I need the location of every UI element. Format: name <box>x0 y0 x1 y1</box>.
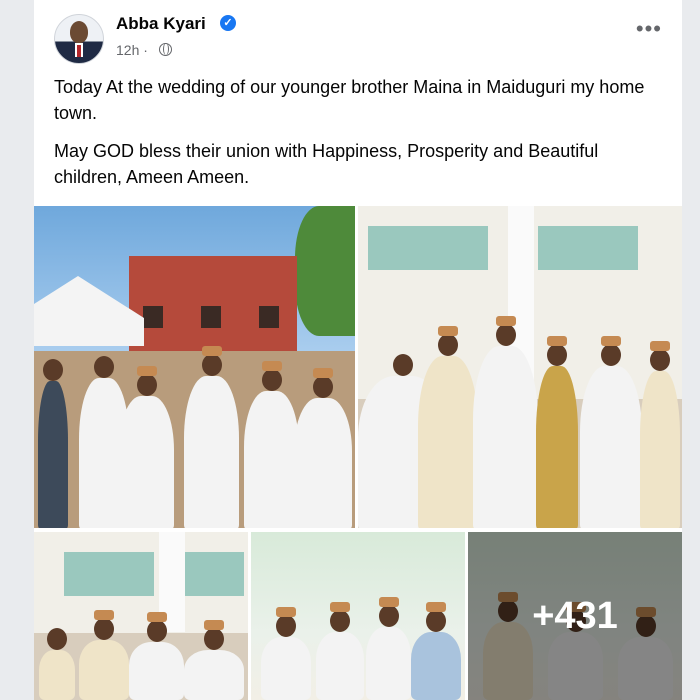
page-background-left <box>0 0 34 700</box>
photo-person <box>261 607 311 700</box>
photo-person <box>79 610 129 700</box>
post-photo-3[interactable] <box>34 532 248 700</box>
photo-person <box>316 602 364 700</box>
photo-person <box>38 359 68 528</box>
post-photo-2[interactable] <box>358 206 682 528</box>
photo-railing <box>368 226 488 270</box>
photo-person <box>366 597 411 700</box>
building-window <box>143 306 163 328</box>
post-photo-4[interactable] <box>251 532 465 700</box>
more-photos-count[interactable]: +431 <box>468 532 682 700</box>
photo-person <box>244 361 299 528</box>
page-background-right <box>682 0 700 700</box>
more-options-icon[interactable]: ••• <box>636 18 662 40</box>
photo-red-building <box>129 256 297 351</box>
verified-badge-icon: ✓ <box>220 15 236 31</box>
photo-person <box>184 346 239 528</box>
photo-person <box>640 341 680 528</box>
post-timestamp[interactable]: 12h · <box>116 42 148 58</box>
building-window <box>259 306 279 328</box>
post-photo-5[interactable]: +431 <box>468 532 682 700</box>
photo-building <box>34 532 248 633</box>
avatar-tie <box>77 45 81 57</box>
photo-person <box>294 368 352 528</box>
avatar-face <box>70 21 88 43</box>
photo-railing <box>64 552 154 596</box>
photo-person <box>411 602 461 700</box>
post-paragraph-1: Today At the wedding of our younger brot… <box>54 77 645 123</box>
globe-icon[interactable] <box>159 43 172 56</box>
photo-person <box>418 326 478 528</box>
photo-person <box>536 336 578 528</box>
meta-separator: · <box>139 42 148 58</box>
post-text: Today At the wedding of our younger brot… <box>54 74 664 202</box>
post-time[interactable]: 12h <box>116 42 139 58</box>
photo-railing <box>538 226 638 270</box>
post-card: Abba Kyari ✓ 12h · ••• Today At the wedd… <box>34 0 682 700</box>
photo-person <box>129 612 184 700</box>
photo-railing <box>184 552 244 596</box>
post-photo-1[interactable] <box>34 206 355 528</box>
photo-tree <box>295 206 355 336</box>
photo-person <box>473 316 538 528</box>
photo-person <box>119 366 174 528</box>
post-paragraph-2: May GOD bless their union with Happiness… <box>54 141 599 187</box>
photo-person <box>184 620 244 700</box>
building-window <box>201 306 221 328</box>
photo-person <box>580 336 642 528</box>
author-name[interactable]: Abba Kyari <box>116 14 206 34</box>
photo-person <box>39 628 75 700</box>
author-avatar[interactable] <box>54 14 104 64</box>
